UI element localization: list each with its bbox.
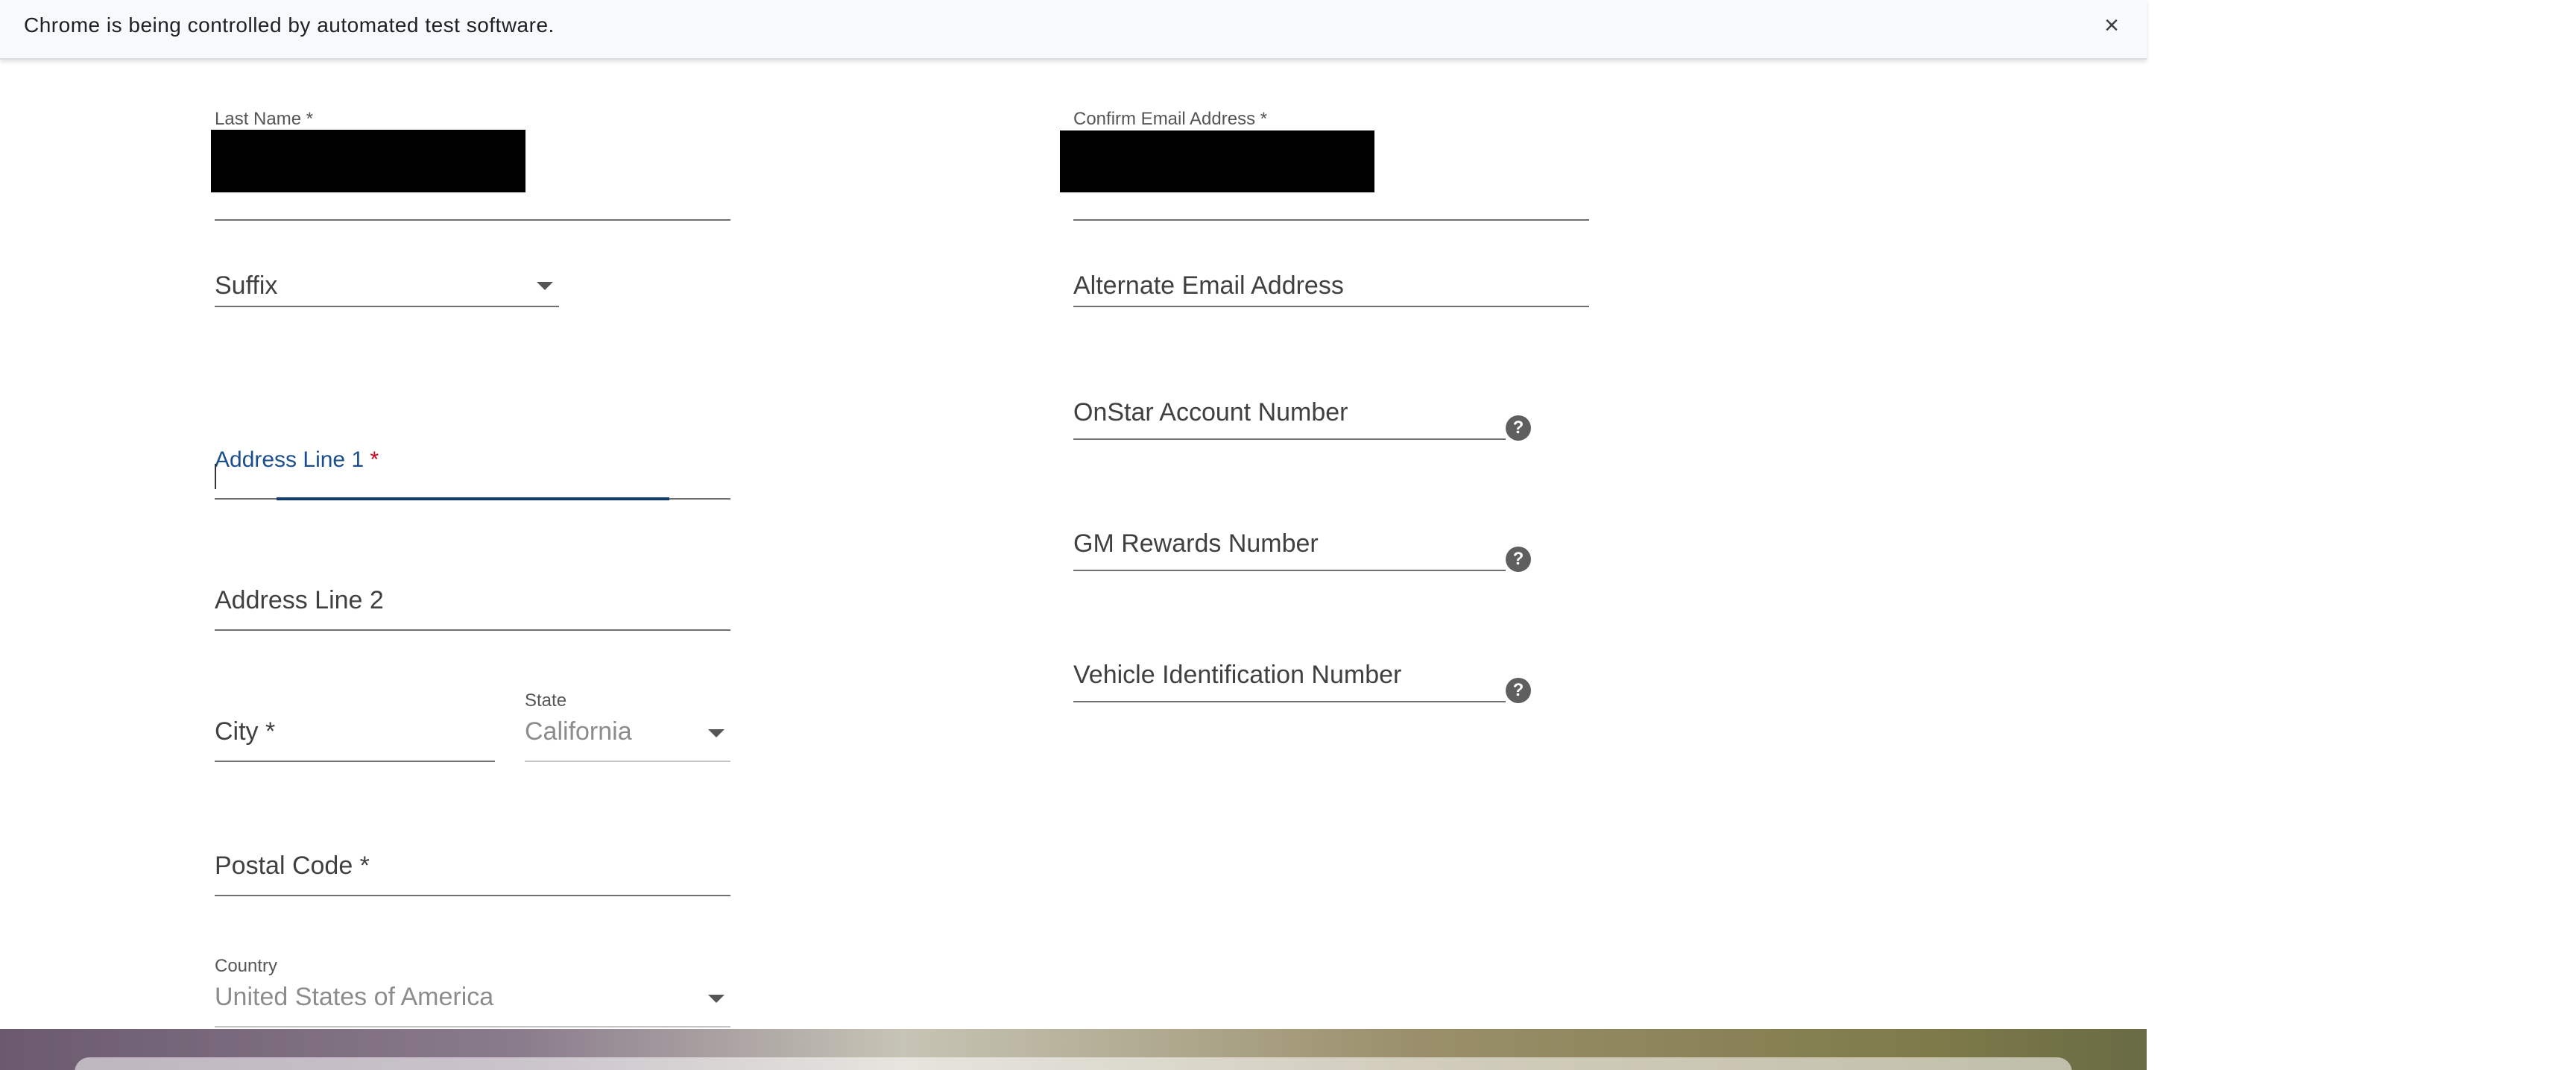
state-underline xyxy=(525,761,730,762)
registration-form: Last Name * Suffix Address Line 1 * Addr… xyxy=(0,60,2147,1061)
close-icon[interactable]: × xyxy=(2098,12,2125,39)
city-field[interactable]: City * xyxy=(215,656,495,762)
country-select[interactable]: Country United States of America xyxy=(215,917,730,1027)
required-mark: * xyxy=(370,447,379,472)
state-select[interactable]: State California xyxy=(525,656,730,762)
city-underline xyxy=(215,761,495,762)
blank-area xyxy=(2147,1029,2576,1070)
chevron-down-icon xyxy=(537,282,553,290)
alternate-email-field[interactable]: Alternate Email Address xyxy=(1073,261,1589,336)
postal-code-field[interactable]: Postal Code * xyxy=(215,790,730,896)
suffix-select[interactable]: Suffix xyxy=(215,261,559,336)
help-icon[interactable]: ? xyxy=(1506,415,1531,441)
address-line-2-underline xyxy=(215,629,730,631)
postal-code-underline xyxy=(215,895,730,896)
last-name-field[interactable]: Last Name * xyxy=(211,104,730,221)
help-icon[interactable]: ? xyxy=(1506,678,1531,703)
vin-underline xyxy=(1073,701,1506,702)
redacted-value xyxy=(211,130,525,192)
infobar-message: Chrome is being controlled by automated … xyxy=(24,13,555,37)
address-line-1-label: Address Line 1 * xyxy=(215,447,379,472)
vin-field[interactable]: Vehicle Identification Number xyxy=(1073,658,1506,732)
gm-rewards-underline xyxy=(1073,570,1506,571)
postal-code-label: Postal Code * xyxy=(215,852,370,880)
chevron-down-icon xyxy=(708,729,724,737)
confirm-email-label: Confirm Email Address * xyxy=(1073,109,1268,129)
alternate-email-label: Alternate Email Address xyxy=(1073,271,1344,300)
suffix-underline xyxy=(215,306,559,307)
address-line-2-label: Address Line 2 xyxy=(215,586,384,614)
background-window-edge xyxy=(75,1057,2072,1070)
chevron-down-icon xyxy=(708,995,724,1003)
gm-rewards-label: GM Rewards Number xyxy=(1073,529,1319,558)
country-value: United States of America xyxy=(215,983,494,1011)
gm-rewards-field[interactable]: GM Rewards Number xyxy=(1073,526,1506,601)
onstar-account-field[interactable]: OnStar Account Number xyxy=(1073,395,1506,470)
help-icon[interactable]: ? xyxy=(1506,547,1531,572)
address-line-1-focus-line xyxy=(277,497,669,500)
automation-infobar: Chrome is being controlled by automated … xyxy=(0,0,2147,60)
confirm-email-underline xyxy=(1073,219,1589,221)
country-underline xyxy=(215,1026,730,1027)
last-name-underline xyxy=(215,219,730,221)
address-line-2-field[interactable]: Address Line 2 xyxy=(215,522,730,631)
country-label: Country xyxy=(215,956,278,976)
screen: Chrome is being controlled by automated … xyxy=(0,0,2576,1070)
address-line-1-field[interactable]: Address Line 1 * xyxy=(215,388,730,500)
suffix-label: Suffix xyxy=(215,271,278,300)
text-cursor xyxy=(215,464,216,489)
last-name-label: Last Name * xyxy=(215,109,314,129)
onstar-account-underline xyxy=(1073,438,1506,440)
vin-label: Vehicle Identification Number xyxy=(1073,661,1402,689)
state-value: California xyxy=(525,717,632,746)
city-label: City * xyxy=(215,717,276,746)
redacted-value xyxy=(1060,130,1374,192)
confirm-email-field[interactable]: Confirm Email Address * xyxy=(1060,104,1589,221)
state-label: State xyxy=(525,690,567,711)
alternate-email-underline xyxy=(1073,306,1589,307)
onstar-account-label: OnStar Account Number xyxy=(1073,398,1348,427)
